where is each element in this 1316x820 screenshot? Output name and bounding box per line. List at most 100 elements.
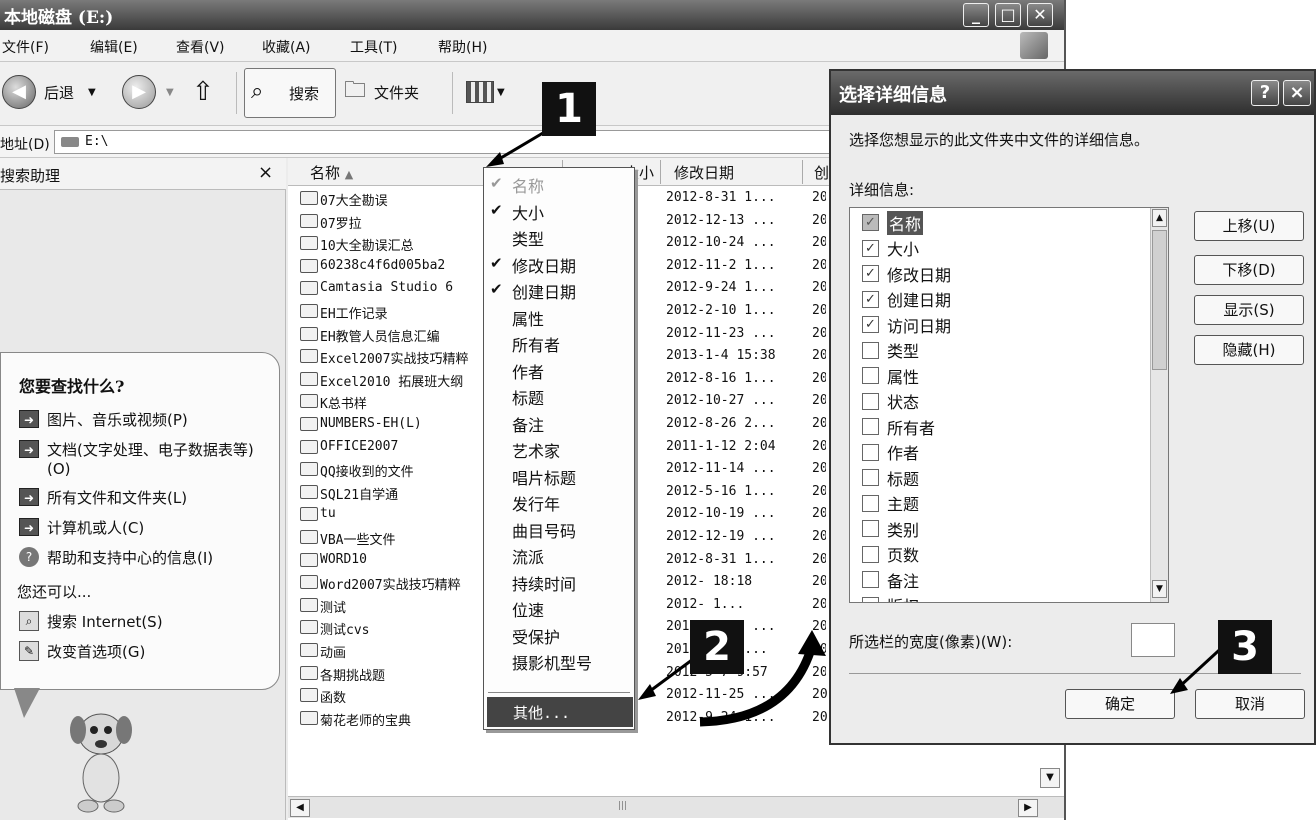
menu-item[interactable]: 流派: [484, 541, 634, 567]
menu-item[interactable]: 作者: [484, 356, 634, 382]
forward-dropdown-icon[interactable]: ▼: [166, 87, 174, 98]
menu-item[interactable]: 持续时间: [484, 568, 634, 594]
views-button[interactable]: ▼: [466, 72, 505, 112]
help-icon[interactable]: ?: [1251, 80, 1279, 106]
search-dog-icon[interactable]: [56, 706, 146, 816]
detail-item[interactable]: 备注: [862, 567, 919, 592]
detail-item[interactable]: 所有者: [862, 414, 935, 439]
menu-item[interactable]: 标题: [484, 382, 634, 408]
checkbox[interactable]: ✓: [862, 239, 879, 257]
detail-item[interactable]: 页数: [862, 542, 919, 567]
menu-favorites[interactable]: 收藏(A): [262, 37, 311, 57]
menu-item[interactable]: 曲目号码: [484, 515, 634, 541]
close-icon[interactable]: ×: [1283, 80, 1311, 106]
minimize-icon[interactable]: _: [963, 3, 989, 27]
menu-item[interactable]: 受保护: [484, 621, 634, 647]
column-modified[interactable]: 修改日期: [674, 162, 734, 183]
search-button[interactable]: ⌕ 搜索: [244, 68, 336, 118]
search-option-computers[interactable]: ➜ 计算机或人(C): [19, 517, 144, 538]
checkbox[interactable]: ✓: [862, 290, 879, 308]
menu-item[interactable]: 摄影机型号: [484, 647, 634, 673]
detail-item[interactable]: 作者: [862, 440, 919, 465]
up-folder-button[interactable]: ⇧: [192, 72, 214, 112]
checkbox[interactable]: [862, 367, 879, 384]
detail-item[interactable]: 主题: [862, 491, 919, 516]
move-down-button[interactable]: 下移(D): [1194, 255, 1304, 285]
detail-item[interactable]: ✓ 访问日期: [862, 312, 951, 337]
search-option-help[interactable]: ? 帮助和支持中心的信息(I): [19, 547, 213, 568]
maximize-icon[interactable]: □: [995, 3, 1021, 27]
checkbox[interactable]: [862, 392, 879, 410]
menu-item[interactable]: 属性: [484, 303, 634, 329]
detail-item[interactable]: 属性: [862, 363, 919, 388]
folders-button[interactable]: 🗀 文件夹: [344, 72, 419, 112]
back-dropdown-icon[interactable]: ▼: [88, 87, 96, 98]
show-button[interactable]: 显示(S): [1194, 295, 1304, 325]
menu-item[interactable]: 艺术家: [484, 435, 634, 461]
search-option-documents[interactable]: ➜ 文档(文字处理、电子数据表等)(O): [19, 439, 269, 478]
close-icon[interactable]: ×: [258, 162, 273, 183]
detail-item[interactable]: 版权: [862, 593, 919, 602]
menu-item[interactable]: 唱片标题: [484, 462, 634, 488]
menu-item[interactable]: 发行年: [484, 488, 634, 514]
scroll-down-icon[interactable]: ▼: [1152, 580, 1167, 598]
details-scrollbar[interactable]: ▲ ▼: [1150, 208, 1168, 602]
checkbox[interactable]: ✓: [862, 316, 879, 333]
search-internet-option[interactable]: ⌕ 搜索 Internet(S): [19, 611, 163, 632]
detail-item[interactable]: ✓ 创建日期: [862, 287, 951, 312]
scroll-right-icon[interactable]: ▶: [1018, 799, 1038, 817]
details-list[interactable]: ✓ 名称 ✓ 大小 ✓ 修改日期 ✓ 创建日期 ✓ 访问日期 类型 属性 状态 所有者 作者 标题 主题 类别 页数…: [849, 207, 1169, 603]
dialog-title-bar[interactable]: 选择详细信息 ? ×: [831, 71, 1314, 115]
close-icon[interactable]: ✕: [1027, 3, 1053, 27]
detail-item[interactable]: ✓ 名称: [862, 210, 924, 235]
menu-file[interactable]: 文件(F): [2, 37, 49, 57]
checkbox[interactable]: ✓: [862, 265, 879, 282]
change-preferences-option[interactable]: ✎ 改变首选项(G): [19, 641, 145, 662]
menu-item[interactable]: ✔ 名称: [484, 170, 634, 196]
scroll-up-icon[interactable]: ▲: [1152, 209, 1167, 227]
title-bar[interactable]: 本地磁盘 (E:) _ □ ✕: [0, 0, 1064, 30]
back-button[interactable]: ◀ 后退 ▼: [2, 72, 96, 112]
menu-item[interactable]: ✔ 创建日期: [484, 276, 634, 302]
scroll-grip-icon[interactable]: |||: [618, 801, 627, 811]
menu-item[interactable]: ✔ 大小: [484, 197, 634, 223]
menu-item[interactable]: ✔ 修改日期: [484, 250, 634, 276]
checkbox[interactable]: [862, 494, 879, 512]
menu-item-other[interactable]: 其他...: [487, 697, 633, 727]
column-created[interactable]: 创: [814, 162, 829, 183]
checkbox[interactable]: [862, 596, 879, 602]
menu-item[interactable]: 位速: [484, 594, 634, 620]
ok-button[interactable]: 确定: [1065, 689, 1175, 719]
cancel-button[interactable]: 取消: [1195, 689, 1305, 719]
detail-item[interactable]: ✓ 大小: [862, 236, 919, 261]
menu-edit[interactable]: 编辑(E): [90, 37, 138, 57]
detail-item[interactable]: 标题: [862, 465, 919, 490]
checkbox[interactable]: [862, 571, 879, 588]
horizontal-scrollbar[interactable]: ◀ ||| ▶: [288, 796, 1064, 818]
column-name[interactable]: 名称 ▲: [310, 162, 353, 183]
checkbox[interactable]: [862, 341, 879, 359]
menu-item[interactable]: 类型: [484, 223, 634, 249]
detail-item[interactable]: 状态: [862, 389, 919, 414]
checkbox[interactable]: [862, 443, 879, 461]
checkbox[interactable]: [862, 520, 879, 537]
menu-help[interactable]: 帮助(H): [438, 37, 487, 57]
scroll-thumb[interactable]: [1152, 230, 1167, 370]
checkbox[interactable]: [862, 469, 879, 486]
scroll-down-icon[interactable]: ▼: [1040, 768, 1060, 788]
menu-item[interactable]: 备注: [484, 409, 634, 435]
detail-item[interactable]: 类型: [862, 338, 919, 363]
scroll-left-icon[interactable]: ◀: [290, 799, 310, 817]
hide-button[interactable]: 隐藏(H): [1194, 335, 1304, 365]
menu-view[interactable]: 查看(V): [176, 37, 225, 57]
detail-item[interactable]: 类别: [862, 516, 919, 541]
column-width-input[interactable]: [1131, 623, 1175, 657]
search-option-all-files[interactable]: ➜ 所有文件和文件夹(L): [19, 487, 187, 508]
forward-button[interactable]: ▶ ▼: [122, 72, 174, 112]
move-up-button[interactable]: 上移(U): [1194, 211, 1304, 241]
menu-tools[interactable]: 工具(T): [350, 37, 397, 57]
detail-item[interactable]: ✓ 修改日期: [862, 261, 951, 286]
checkbox[interactable]: [862, 545, 879, 563]
menu-item[interactable]: 所有者: [484, 329, 634, 355]
search-option-media[interactable]: ➜ 图片、音乐或视频(P): [19, 409, 188, 430]
